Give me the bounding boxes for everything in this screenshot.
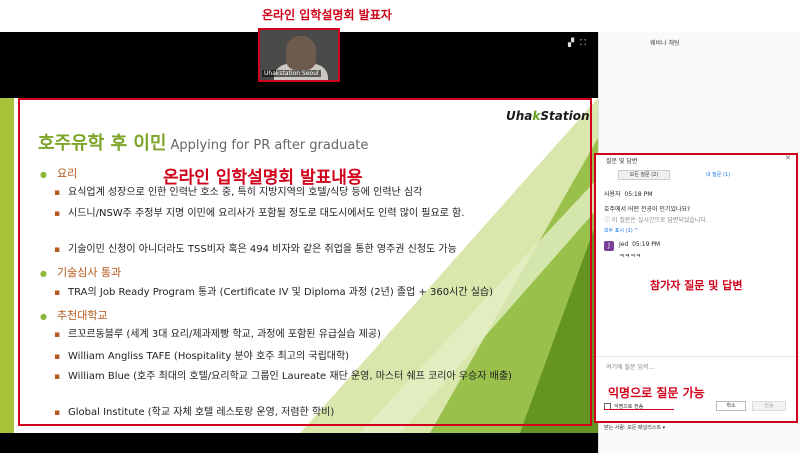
question-note: ⓘ 이 질문은 실시간으로 답변되었습니다.	[604, 217, 708, 224]
shared-slide: UhakStation 호주유학 후 이민 Applying for PR aft…	[0, 98, 598, 433]
answer-user: Jed	[619, 241, 629, 248]
fullscreen-icon[interactable]: ⛶	[580, 38, 592, 47]
bullet-cooking-3: 기술이민 신청이 아니더라도 TSS비자 혹은 494 비자와 같은 취업을 통…	[54, 243, 548, 257]
close-icon[interactable]: ✕	[785, 154, 791, 162]
answer-avatar: J	[604, 241, 614, 251]
webinar-chat-title: 웨비나 채팅	[650, 40, 680, 47]
bullet-school-4: Global Institute (학교 자체 호텔 레스토랑 운영, 저렴한 …	[54, 406, 548, 420]
anonymous-underline	[604, 409, 674, 410]
slide-left-bar	[0, 98, 14, 433]
answer-meta: Jed 05:19 PM	[619, 241, 660, 248]
send-button[interactable]: 전송	[752, 401, 786, 411]
question-input[interactable]: 여기에 질문 입력...	[606, 362, 654, 371]
send-to-selector[interactable]: 받는 사람: 모든 패널리스트 ▾	[604, 424, 665, 431]
uhakstation-logo: UhakStation	[506, 109, 590, 123]
participant-qa-annotation: 참가자 질문 및 답변	[650, 279, 743, 292]
gallery-view-icon[interactable]: ▞	[568, 38, 580, 47]
question-meta: 사용자 05:18 PM	[604, 189, 652, 198]
qa-window-title: 질문 및 답변	[606, 158, 638, 165]
bullet-skills-1: TRA의 Job Ready Program 통과 (Certificate I…	[54, 286, 558, 300]
view-controls[interactable]: ▞⛶	[568, 38, 592, 48]
anonymous-annotation: 익명으로 질문 가능	[608, 386, 705, 400]
bullet-school-3: William Blue (호주 최대의 호텔/요리학교 그룹인 Laureat…	[54, 370, 538, 384]
tab-all-questions[interactable]: 모든 질문 (2)	[618, 170, 670, 180]
presenter-name-tag: Uhakstation Seoul	[262, 70, 321, 77]
question-user: 사용자	[604, 191, 621, 198]
content-annotation: 온라인 입학설명회 발표내용	[163, 168, 363, 188]
section-recommended-schools: 추천대학교	[40, 307, 108, 323]
qa-divider	[596, 356, 796, 357]
show-all-link[interactable]: 모두 표시 (1) ^	[604, 227, 638, 234]
presenter-video-face	[286, 36, 316, 70]
bullet-cooking-1: 요식업계 성장으로 인한 인력난 호소 중, 특히 지방지역의 호텔/식당 등에…	[54, 186, 548, 200]
section-skills-assessment: 기술심사 통과	[40, 264, 121, 280]
slide-title-english: Applying for PR after graduate	[170, 138, 369, 153]
cancel-button[interactable]: 취소	[716, 401, 746, 411]
info-icon: ⓘ	[604, 217, 612, 224]
bullet-school-1: 르꼬르동블루 (세계 3대 요리/제과제빵 학교, 과정에 포함된 유급실습 제…	[54, 328, 548, 342]
tab-my-questions[interactable]: 내 질문 (1)	[690, 170, 746, 180]
presenter-annotation: 온라인 입학설명회 발표자	[262, 8, 392, 22]
bullet-school-2: William Angliss TAFE (Hospitality 분야 호주 …	[54, 350, 548, 364]
slide-title: 호주유학 후 이민 Applying for PR after graduate	[38, 129, 368, 155]
question-time: 05:18 PM	[624, 191, 653, 198]
answer-time: 05:19 PM	[632, 241, 661, 248]
question-text: 호주에서 어떤 전공이 인기있나요?	[604, 206, 691, 213]
presenter-video-tile[interactable]: Uhakstation Seoul	[258, 28, 340, 82]
slide-title-korean: 호주유학 후 이민	[38, 133, 167, 154]
answer-text: ㅋㅋㅋㅋ	[619, 253, 642, 260]
section-cooking: 요리	[40, 165, 77, 181]
bullet-cooking-2: 시드니/NSW주 주정부 지명 이민에 요리사가 포함될 정도로 대도시에서도 …	[54, 207, 538, 221]
